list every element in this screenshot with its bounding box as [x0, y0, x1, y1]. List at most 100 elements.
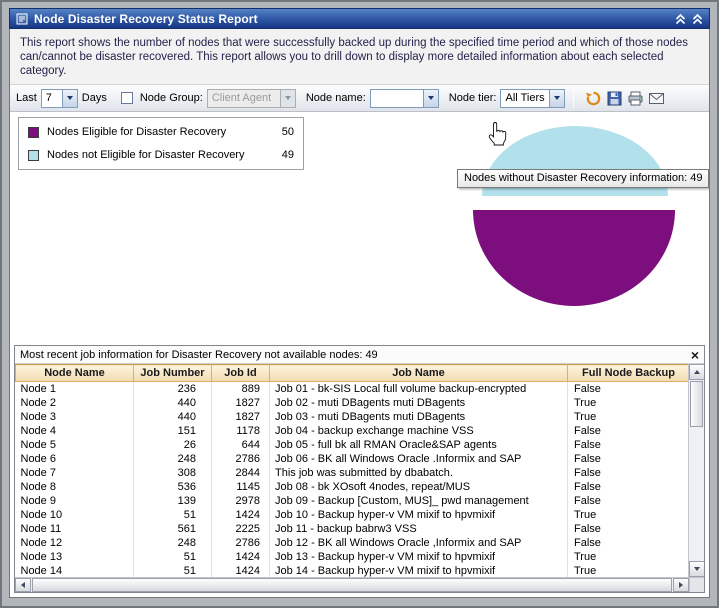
legend-item[interactable]: Nodes Eligible for Disaster Recovery50 — [28, 126, 294, 138]
table-cell: 51 — [134, 508, 212, 522]
table-cell: 1424 — [212, 508, 270, 522]
collapse-icon[interactable] — [675, 13, 686, 25]
table-row[interactable]: Node 115612225Job 11 - backup babrw3 VSS… — [16, 522, 689, 536]
table-cell: 139 — [134, 494, 212, 508]
table-cell: True — [568, 508, 689, 522]
table-cell: Node 3 — [16, 410, 134, 424]
refresh-icon[interactable] — [585, 90, 602, 107]
scroll-left-icon[interactable] — [15, 578, 31, 592]
table-cell: This job was submitted by dbabatch. — [270, 466, 568, 480]
column-header[interactable]: Node Name — [16, 365, 134, 382]
table-cell: 889 — [212, 382, 270, 397]
table-cell: True — [568, 564, 689, 577]
table-row[interactable]: Node 73082844This job was submitted by d… — [16, 466, 689, 480]
scroll-down-icon[interactable] — [689, 561, 704, 577]
report-icon — [16, 13, 28, 25]
vertical-scroll-thumb[interactable] — [690, 381, 703, 427]
table-body: Node 1236889Job 01 - bk-SIS Local full v… — [16, 382, 689, 578]
table-cell: Node 6 — [16, 452, 134, 466]
table-cell: 440 — [134, 396, 212, 410]
collapse-all-icon[interactable] — [692, 13, 703, 25]
table-cell: Job 08 - bk XOsoft 4nodes, repeat/MUS — [270, 480, 568, 494]
table-cell: False — [568, 382, 689, 397]
vertical-scrollbar[interactable] — [688, 364, 704, 577]
table-row[interactable]: Node 62482786Job 06 - BK all Windows Ora… — [16, 452, 689, 466]
table-cell: Node 5 — [16, 438, 134, 452]
column-header[interactable]: Job Number — [134, 365, 212, 382]
legend-label: Nodes Eligible for Disaster Recovery — [47, 126, 272, 138]
scroll-up-icon[interactable] — [689, 364, 704, 380]
chevron-down-icon[interactable] — [423, 90, 438, 107]
table-cell: False — [568, 480, 689, 494]
table-cell: 2786 — [212, 536, 270, 550]
table-cell: 561 — [134, 522, 212, 536]
job-table: Node NameJob NumberJob IdJob NameFull No… — [15, 364, 688, 577]
filter-toolbar: Last 7 Days Node Group: Client Agent Nod… — [10, 85, 709, 112]
report-description: This report shows the number of nodes th… — [10, 29, 709, 85]
pie-chart[interactable] — [462, 118, 688, 314]
table-cell: False — [568, 424, 689, 438]
table-cell: 2225 — [212, 522, 270, 536]
save-icon[interactable] — [606, 90, 623, 107]
node-tier-label: Node tier: — [449, 92, 497, 104]
table-cell: 1424 — [212, 564, 270, 577]
horizontal-scrollbar[interactable] — [15, 577, 704, 592]
chart-tooltip: Nodes without Disaster Recovery informat… — [457, 169, 709, 188]
table-row[interactable]: Node 24401827Job 02 - muti DBagents muti… — [16, 396, 689, 410]
table-cell: 308 — [134, 466, 212, 480]
table-row[interactable]: Node 14511424Job 14 - Backup hyper-v VM … — [16, 564, 689, 577]
table-cell: 1827 — [212, 396, 270, 410]
table-cell: Job 09 - Backup [Custom, MUS]_ pwd manag… — [270, 494, 568, 508]
print-icon[interactable] — [627, 90, 644, 107]
table-cell: 26 — [134, 438, 212, 452]
column-header[interactable]: Full Node Backup — [568, 365, 689, 382]
table-row[interactable]: Node 526644Job 05 - full bk all RMAN Ora… — [16, 438, 689, 452]
table-cell: Node 4 — [16, 424, 134, 438]
table-cell: Node 11 — [16, 522, 134, 536]
table-row[interactable]: Node 1236889Job 01 - bk-SIS Local full v… — [16, 382, 689, 397]
close-icon[interactable]: × — [691, 349, 699, 361]
table-cell: Node 14 — [16, 564, 134, 577]
legend-item[interactable]: Nodes not Eligible for Disaster Recovery… — [28, 149, 294, 161]
table-cell: 2786 — [212, 452, 270, 466]
table-cell: Node 7 — [16, 466, 134, 480]
table-row[interactable]: Node 85361145Job 08 - bk XOsoft 4nodes, … — [16, 480, 689, 494]
node-group-checkbox[interactable] — [121, 92, 133, 104]
horizontal-scroll-thumb[interactable] — [32, 578, 672, 592]
days-label: Days — [82, 92, 107, 104]
table-cell: Node 1 — [16, 382, 134, 397]
node-group-value: Client Agent — [208, 90, 280, 107]
chevron-down-icon[interactable] — [549, 90, 564, 107]
table-cell: 1827 — [212, 410, 270, 424]
last-label: Last — [16, 92, 37, 104]
node-name-input[interactable] — [371, 90, 423, 107]
title-bar: Node Disaster Recovery Status Report — [9, 8, 710, 29]
table-row[interactable]: Node 91392978Job 09 - Backup [Custom, MU… — [16, 494, 689, 508]
table-cell: Job 05 - full bk all RMAN Oracle&SAP age… — [270, 438, 568, 452]
table-cell: 248 — [134, 536, 212, 550]
report-window: Node Disaster Recovery Status Report Thi… — [0, 0, 719, 608]
table-cell: 51 — [134, 564, 212, 577]
table-row[interactable]: Node 122482786Job 12 - BK all Windows Or… — [16, 536, 689, 550]
table-cell: Node 2 — [16, 396, 134, 410]
window-title: Node Disaster Recovery Status Report — [34, 12, 258, 26]
table-row[interactable]: Node 34401827Job 03 - muti DBagents muti… — [16, 410, 689, 424]
table-row[interactable]: Node 13511424Job 13 - Backup hyper-v VM … — [16, 550, 689, 564]
scroll-right-icon[interactable] — [673, 578, 689, 592]
email-icon[interactable] — [648, 90, 665, 107]
table-cell: 1145 — [212, 480, 270, 494]
days-count-select[interactable]: 7 — [41, 89, 78, 108]
legend-swatch — [28, 127, 39, 138]
pie-slice-eligible[interactable] — [473, 210, 675, 306]
table-row[interactable]: Node 10511424Job 10 - Backup hyper-v VM … — [16, 508, 689, 522]
table-cell: Job 02 - muti DBagents muti DBagents — [270, 396, 568, 410]
node-tier-select[interactable]: All Tiers — [500, 89, 565, 108]
chart-area: Nodes Eligible for Disaster Recovery50No… — [10, 112, 709, 345]
column-header[interactable]: Job Name — [270, 365, 568, 382]
node-name-label: Node name: — [306, 92, 366, 104]
column-header[interactable]: Job Id — [212, 365, 270, 382]
node-tier-value: All Tiers — [501, 90, 549, 107]
table-cell: Node 9 — [16, 494, 134, 508]
table-row[interactable]: Node 41511178Job 04 - backup exchange ma… — [16, 424, 689, 438]
chevron-down-icon[interactable] — [62, 90, 77, 107]
